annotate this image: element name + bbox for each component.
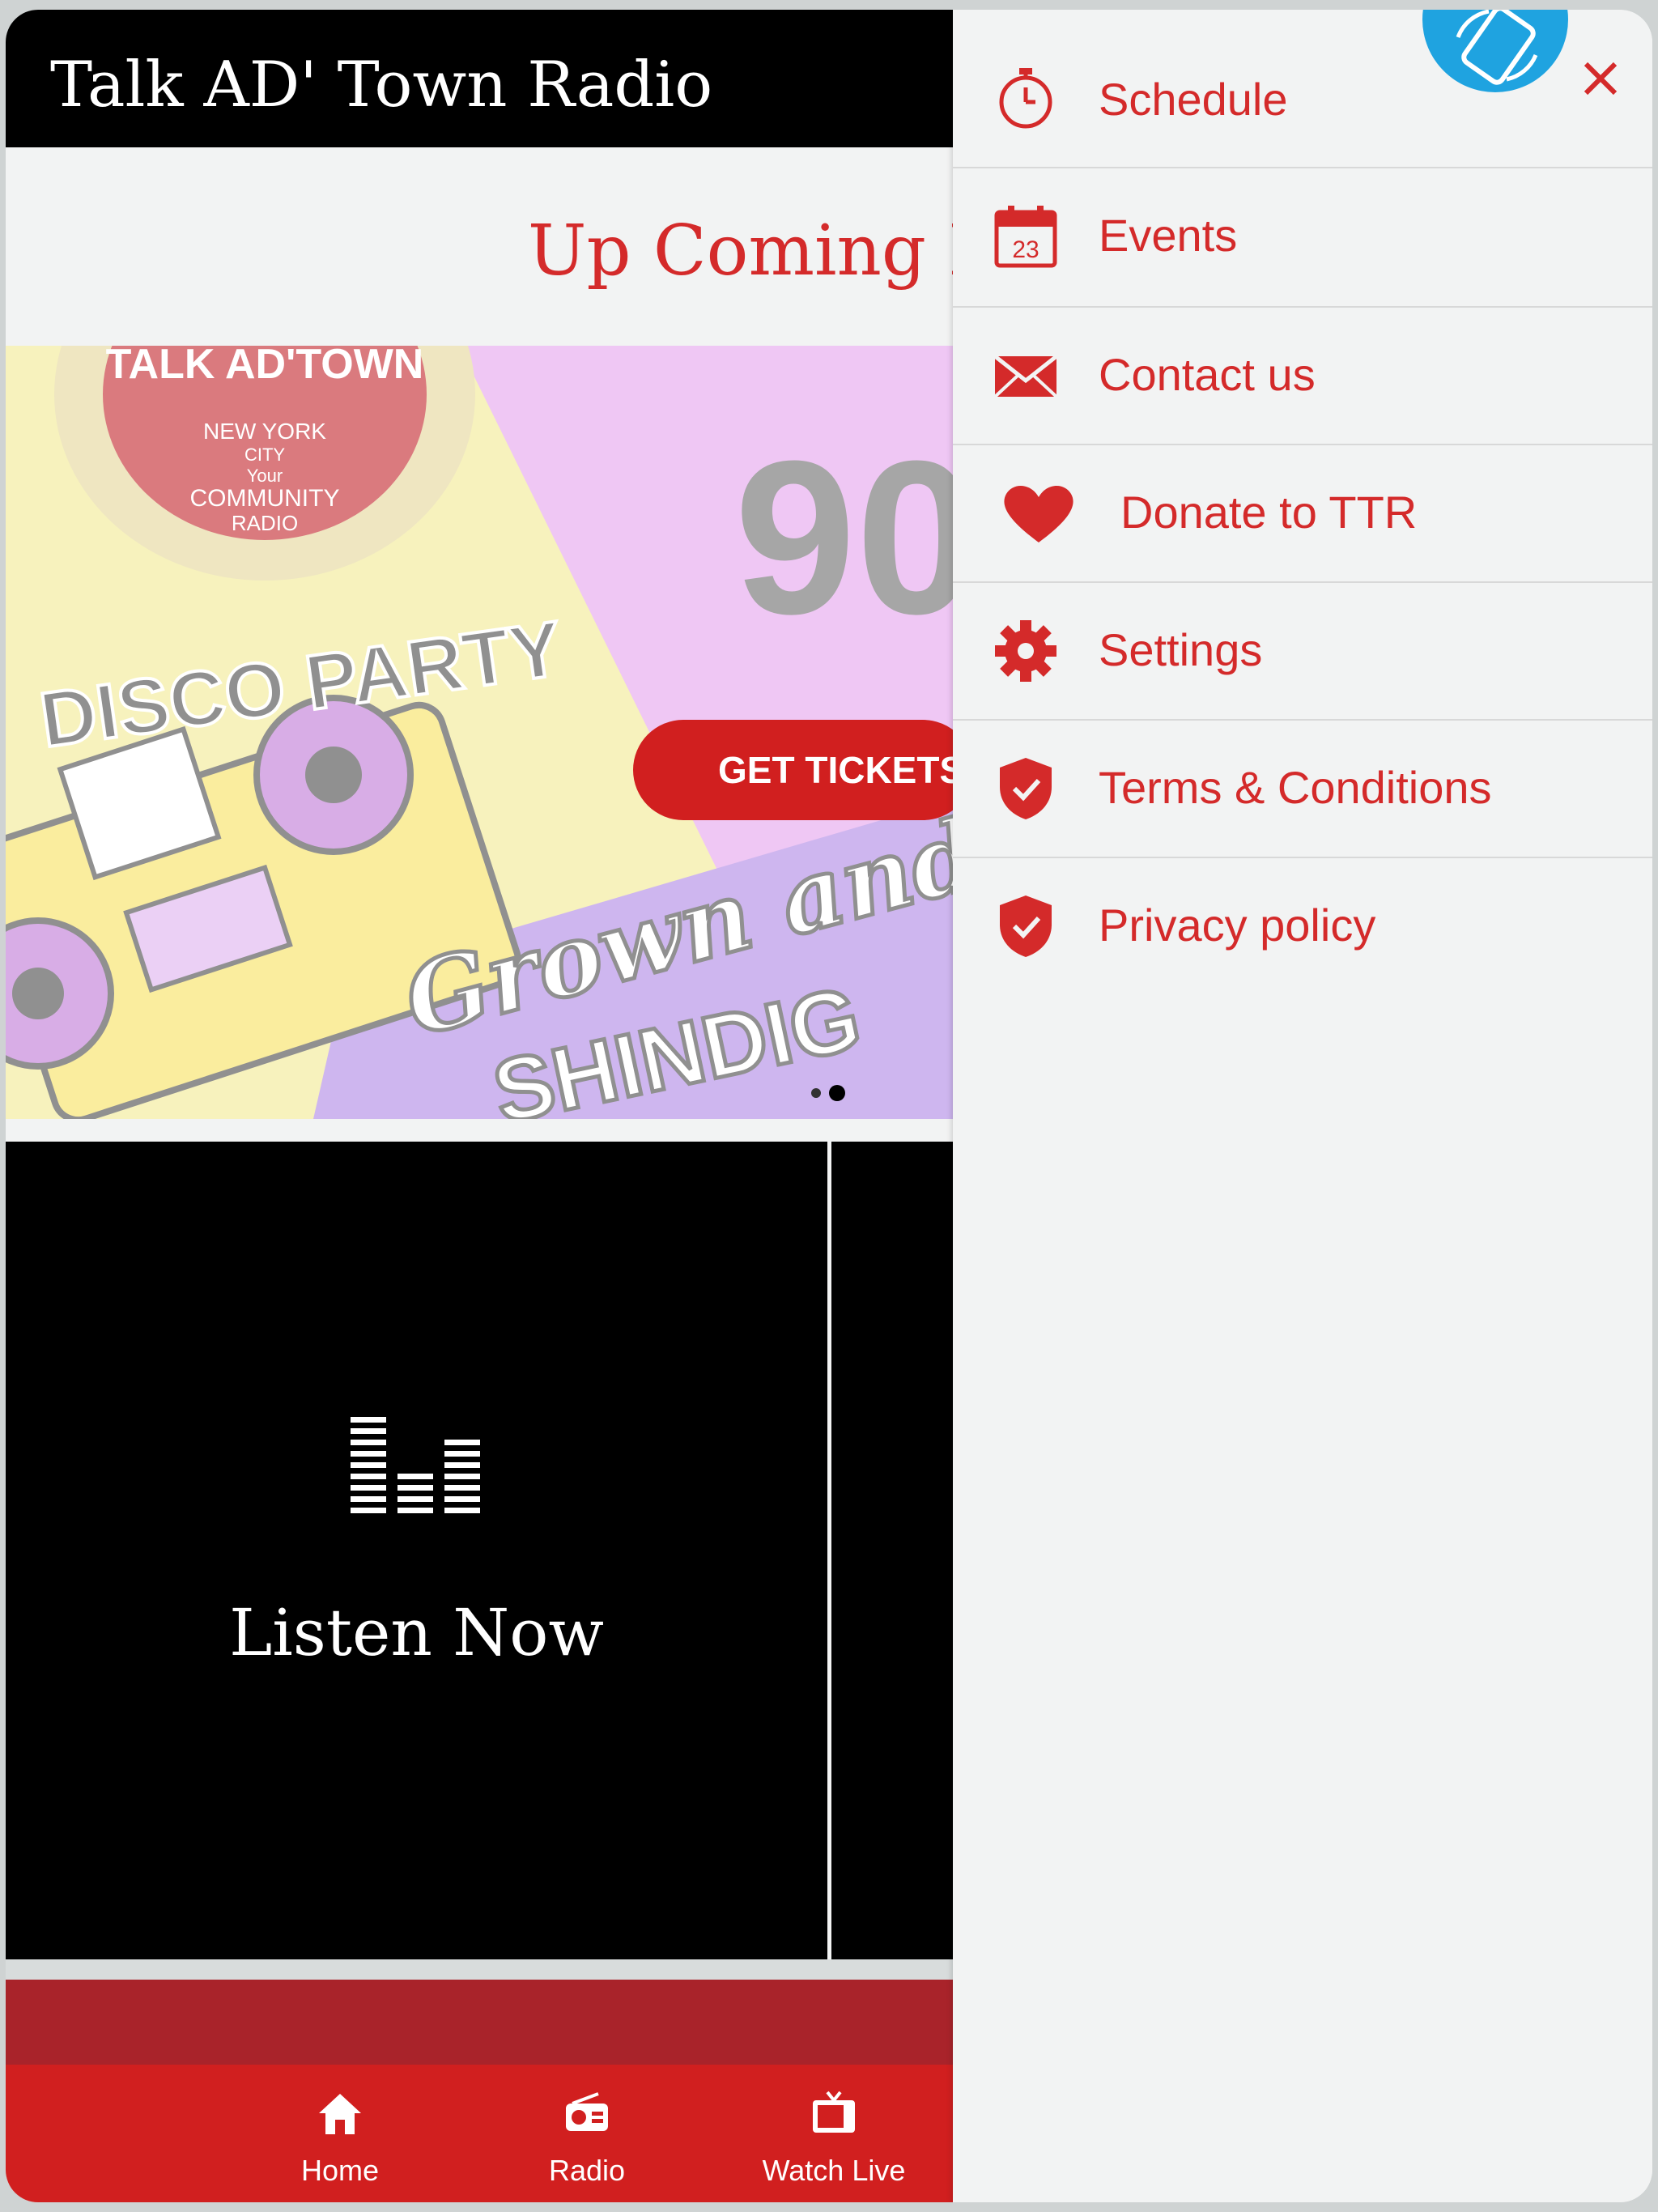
menu-item-settings[interactable]: Settings (953, 583, 1652, 721)
menu-item-privacy[interactable]: Privacy policy (953, 858, 1652, 996)
heart-icon (1004, 485, 1073, 542)
tab-home[interactable]: Home (235, 2065, 445, 2202)
divider (6, 1959, 953, 1980)
app-title: Talk AD' Town Radio (50, 49, 713, 121)
menu-item-events[interactable]: 23 Events (953, 168, 1652, 308)
tab-watch-live-label: Watch Live (762, 2154, 906, 2187)
rotate-device-button[interactable] (1422, 10, 1568, 92)
carousel-pagination (811, 1084, 853, 1101)
menu-label-contact-us: Contact us (1099, 349, 1316, 400)
radio-icon (566, 2092, 608, 2131)
shield-check-icon (1000, 895, 1052, 957)
home-icon (319, 2094, 361, 2134)
menu-label-terms: Terms & Conditions (1099, 762, 1492, 813)
event-carousel[interactable]: TALK AD'TOWN NEW YORK CITY Your COMMUNIT… (6, 346, 953, 1119)
carousel-dot-2-active[interactable] (829, 1084, 845, 1101)
calendar-icon: 23 (994, 206, 1057, 268)
menu-label-donate: Donate to TTR (1120, 487, 1418, 538)
menu-label-settings: Settings (1099, 624, 1263, 675)
banner-strip (6, 1980, 953, 2065)
upcoming-section: Up Coming E (6, 147, 999, 346)
device-screen: Talk AD' Town Radio Up Coming E TALK AD'… (6, 10, 1652, 2202)
menu-item-donate[interactable]: Donate to TTR (953, 445, 1652, 583)
listen-now-tile[interactable]: Listen Now (6, 1142, 827, 1959)
menu-label-privacy: Privacy policy (1099, 900, 1376, 951)
menu-item-terms[interactable]: Terms & Conditions (953, 721, 1652, 858)
menu-label-schedule: Schedule (1099, 74, 1288, 125)
equalizer-icon (351, 1417, 480, 1513)
carousel-dot-1[interactable] (811, 1087, 821, 1098)
tab-home-label: Home (300, 2154, 380, 2187)
app-header: Talk AD' Town Radio (6, 10, 953, 147)
tab-watch-live[interactable]: Watch Live (729, 2065, 939, 2202)
envelope-icon (993, 355, 1058, 398)
menu-item-contact-us[interactable]: Contact us (953, 308, 1652, 445)
secondary-tile[interactable] (831, 1142, 953, 1959)
rotate-device-icon (1456, 10, 1538, 85)
bottom-tab-bar: Home Radio Watch Live (6, 2065, 953, 2202)
tv-icon (813, 2091, 855, 2133)
upcoming-events-title: Up Coming E (528, 211, 1000, 291)
listen-now-label: Listen Now (229, 1595, 604, 1670)
calendar-day: 23 (1012, 236, 1039, 263)
get-tickets-button[interactable]: GET TICKETS (633, 720, 953, 820)
close-icon[interactable] (1576, 54, 1625, 103)
gear-icon (995, 620, 1056, 682)
menu-label-events: Events (1099, 210, 1238, 261)
stopwatch-icon (999, 68, 1052, 129)
side-menu-drawer: Schedule 23 Events Contact us Donate to … (953, 10, 1652, 2202)
shield-check-icon (1000, 758, 1052, 819)
tab-radio-label: Radio (548, 2154, 626, 2187)
tab-radio[interactable]: Radio (482, 2065, 692, 2202)
